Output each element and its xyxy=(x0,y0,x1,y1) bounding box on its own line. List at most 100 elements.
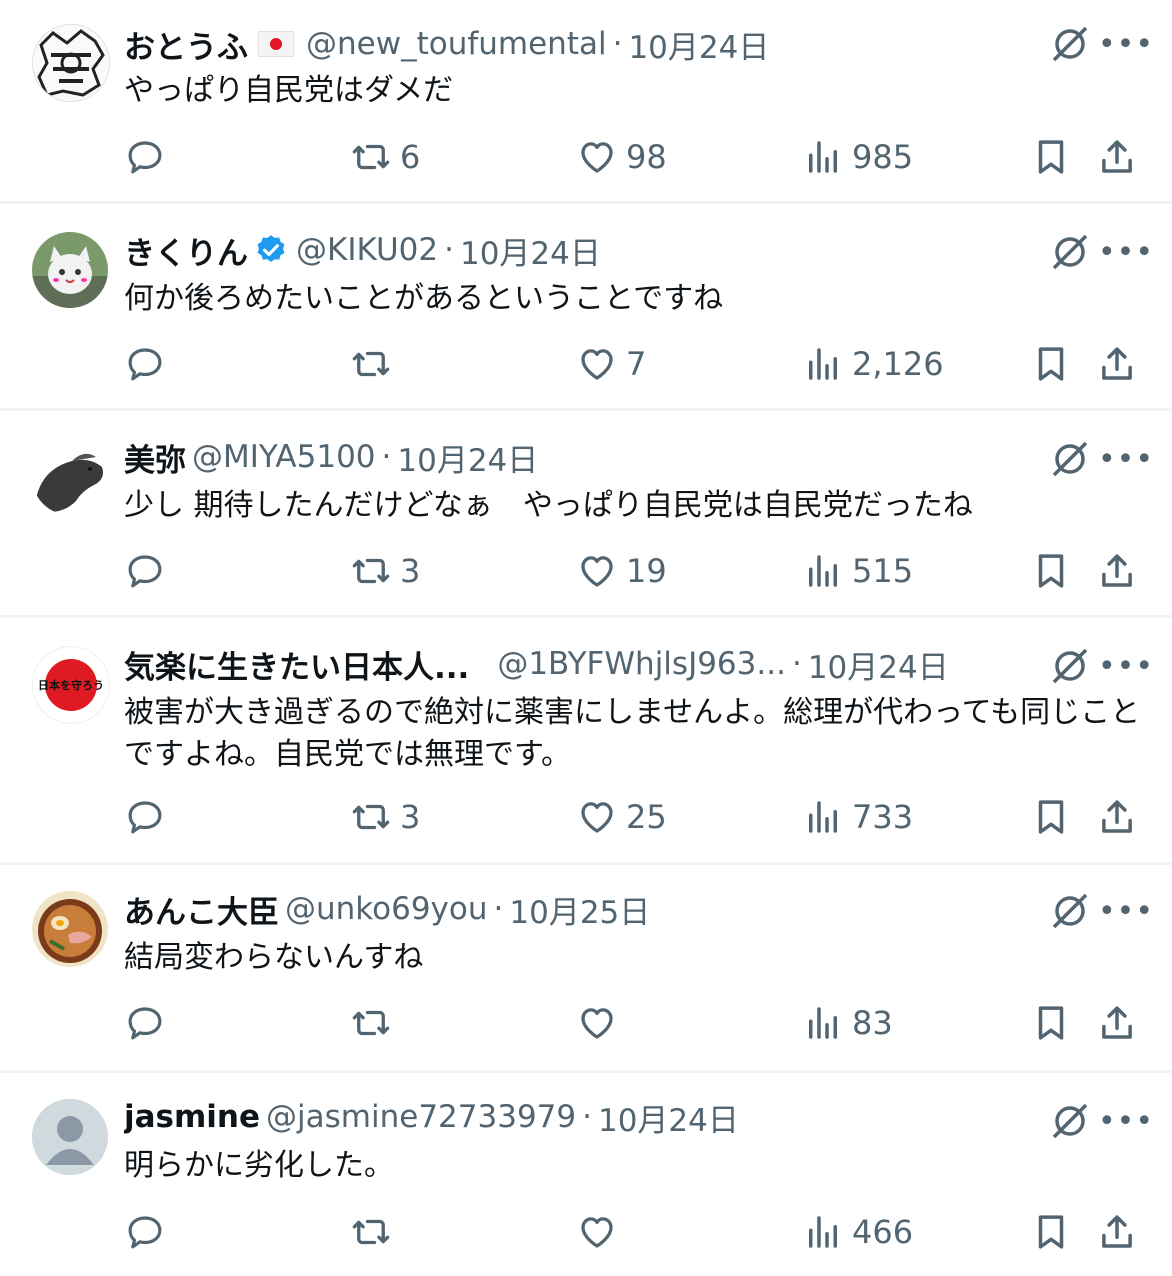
display-name[interactable]: 美弥 xyxy=(124,435,186,479)
user-handle[interactable]: @jasmine72733979 xyxy=(266,1099,576,1135)
like-button[interactable]: 19 xyxy=(576,546,667,596)
user-handle[interactable]: @new_toufumental xyxy=(306,26,607,62)
share-button[interactable] xyxy=(1096,1207,1138,1257)
bookmark-button[interactable] xyxy=(1030,546,1072,596)
share-button[interactable] xyxy=(1096,546,1138,596)
views-icon xyxy=(809,801,837,833)
avatar[interactable] xyxy=(32,891,108,967)
tweet-date[interactable]: 10月24日 xyxy=(598,1095,739,1139)
bookmark-button[interactable] xyxy=(1030,792,1072,842)
display-name[interactable]: jasmine xyxy=(124,1099,260,1135)
tweet-card[interactable]: おとうふ @new_toufumental · 10月24日 ••• やっぱり自… xyxy=(0,0,1172,204)
share-button[interactable] xyxy=(1096,998,1138,1048)
share-icon xyxy=(1102,800,1132,833)
reply-button[interactable] xyxy=(124,792,174,842)
retweet-button[interactable]: 3 xyxy=(350,792,420,842)
retweet-icon xyxy=(352,351,390,377)
retweet-icon xyxy=(352,804,390,830)
tweet-date[interactable]: 10月24日 xyxy=(628,22,769,66)
display-name[interactable]: おとうふ xyxy=(124,22,248,66)
reply-button[interactable] xyxy=(124,339,174,389)
tweet-card[interactable]: きくりん @KIKU02 · 10月24日 ••• 何か後ろめたいことがあるとい… xyxy=(0,204,1172,411)
reply-button[interactable] xyxy=(124,998,174,1048)
like-button[interactable] xyxy=(576,1207,626,1257)
retweet-button[interactable] xyxy=(350,998,400,1048)
grok-icon[interactable] xyxy=(1048,437,1092,481)
tweet-date[interactable]: 10月24日 xyxy=(460,228,601,272)
retweet-icon xyxy=(352,1219,390,1245)
views-button[interactable]: 985 xyxy=(802,132,913,182)
verified-badge-icon xyxy=(257,235,285,263)
display-name[interactable]: 気楽に生きたい日本人... xyxy=(124,642,469,686)
grok-icon[interactable] xyxy=(1048,889,1092,933)
like-button[interactable]: 25 xyxy=(576,792,667,842)
tweet-card[interactable]: jasmine @jasmine72733979 · 10月24日 ••• 明ら… xyxy=(0,1073,1172,1276)
action-bar: 6 98 985 xyxy=(0,132,1172,182)
reply-button[interactable] xyxy=(124,546,174,596)
more-icon[interactable]: ••• xyxy=(1098,437,1153,481)
grok-icon[interactable] xyxy=(1048,230,1092,274)
tweet-date[interactable]: 10月25日 xyxy=(509,887,650,931)
views-button[interactable]: 733 xyxy=(802,792,913,842)
bookmark-button[interactable] xyxy=(1030,998,1072,1048)
retweet-icon xyxy=(352,144,390,170)
more-icon[interactable]: ••• xyxy=(1098,1099,1153,1143)
tweet-card[interactable]: 日本を守ろう 気楽に生きたい日本人... @1BYFWhjlsJ963... ·… xyxy=(0,618,1172,865)
tweet-date[interactable]: 10月24日 xyxy=(808,642,949,686)
user-handle[interactable]: @MIYA5100 xyxy=(192,439,376,475)
bookmark-button[interactable] xyxy=(1030,1207,1072,1257)
views-button[interactable]: 2,126 xyxy=(802,339,944,389)
like-button[interactable]: 98 xyxy=(576,132,667,182)
display-name[interactable]: あんこ大臣 xyxy=(124,887,279,931)
retweet-button[interactable]: 3 xyxy=(350,546,420,596)
action-bar: 7 2,126 xyxy=(0,339,1172,389)
views-button[interactable]: 515 xyxy=(802,546,913,596)
grok-icon[interactable] xyxy=(1048,1099,1092,1143)
share-button[interactable] xyxy=(1096,339,1138,389)
retweet-button[interactable]: 6 xyxy=(350,132,420,182)
more-icon[interactable]: ••• xyxy=(1098,644,1153,688)
reply-button[interactable] xyxy=(124,1207,174,1257)
like-count: 19 xyxy=(626,552,667,590)
retweet-button[interactable] xyxy=(350,1207,400,1257)
bookmark-icon xyxy=(1038,554,1064,588)
separator-dot: · xyxy=(612,26,623,62)
grok-icon[interactable] xyxy=(1048,644,1092,688)
grok-icon[interactable] xyxy=(1048,22,1092,66)
tweet-date[interactable]: 10月24日 xyxy=(397,435,538,479)
like-button[interactable] xyxy=(576,998,626,1048)
user-handle[interactable]: @1BYFWhjlsJ963... xyxy=(497,646,786,682)
share-icon xyxy=(1102,1006,1132,1039)
avatar[interactable]: 日本を守ろう xyxy=(32,646,110,724)
avatar[interactable] xyxy=(32,24,110,102)
more-icon[interactable]: ••• xyxy=(1098,22,1153,66)
action-bar: 83 xyxy=(0,998,1172,1048)
avatar[interactable] xyxy=(32,1099,108,1175)
retweet-button[interactable] xyxy=(350,339,400,389)
views-icon xyxy=(809,555,837,587)
views-button[interactable]: 466 xyxy=(802,1207,913,1257)
more-icon[interactable]: ••• xyxy=(1098,230,1153,274)
reply-button[interactable] xyxy=(124,132,174,182)
bookmark-button[interactable] xyxy=(1030,339,1072,389)
tweet-header: jasmine @jasmine72733979 · 10月24日 xyxy=(124,1095,1032,1139)
avatar[interactable] xyxy=(32,232,108,308)
user-handle[interactable]: @KIKU02 xyxy=(296,232,438,268)
reply-icon xyxy=(128,1007,162,1040)
more-icon[interactable]: ••• xyxy=(1098,889,1153,933)
views-count: 985 xyxy=(852,138,914,176)
like-button[interactable]: 7 xyxy=(576,339,646,389)
retweet-icon xyxy=(352,1010,390,1036)
user-handle[interactable]: @unko69you xyxy=(285,891,488,927)
share-button[interactable] xyxy=(1096,132,1138,182)
tweet-card[interactable]: あんこ大臣 @unko69you · 10月25日 ••• 結局変わらないんすね xyxy=(0,865,1172,1073)
tweet-card[interactable]: 美弥 @MIYA5100 · 10月24日 ••• 少し 期待したんだけどなぁ … xyxy=(0,411,1172,618)
reply-feed: おとうふ @new_toufumental · 10月24日 ••• やっぱり自… xyxy=(0,0,1172,1276)
share-button[interactable] xyxy=(1096,792,1138,842)
bookmark-button[interactable] xyxy=(1030,132,1072,182)
display-name[interactable]: きくりん xyxy=(124,228,248,272)
avatar[interactable] xyxy=(32,439,108,515)
views-count: 515 xyxy=(852,552,914,590)
views-button[interactable]: 83 xyxy=(802,998,893,1048)
tweet-text: 何か後ろめたいことがあるということですね xyxy=(124,281,724,316)
